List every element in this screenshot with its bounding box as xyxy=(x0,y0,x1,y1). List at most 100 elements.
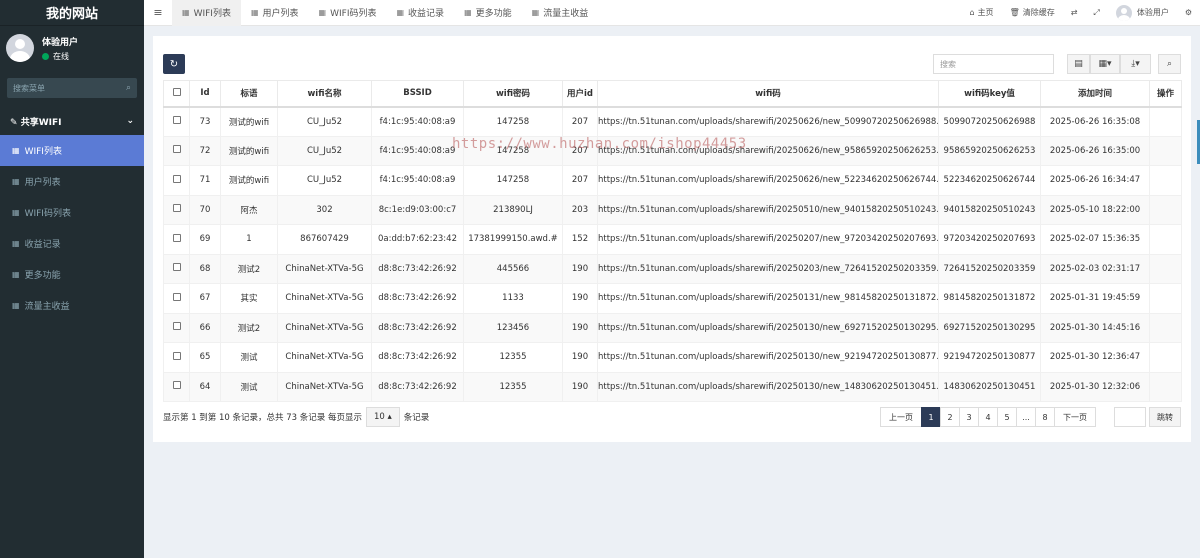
row-checkbox[interactable] xyxy=(163,283,190,314)
clear-cache-button[interactable]: 🗑 清除缓存 xyxy=(1002,7,1063,18)
col-wifi-password[interactable]: wifi密码 xyxy=(463,80,563,108)
row-checkbox[interactable] xyxy=(163,312,190,343)
col-bssid[interactable]: BSSID xyxy=(371,80,464,108)
col-actions: 操作 xyxy=(1149,80,1182,108)
cell-user-id: 190 xyxy=(562,312,598,343)
tab-label: WIFI列表 xyxy=(193,9,231,19)
cell-id: 65 xyxy=(189,342,221,373)
cell-created-time: 2025-06-26 16:35:08 xyxy=(1040,106,1150,137)
columns-button[interactable]: ▦▾ xyxy=(1090,54,1120,74)
table-row[interactable]: 73 测试的wifi CU_Ju52 f4:1c:95:40:08:a9 147258 2… xyxy=(163,106,1182,137)
col-wifi-name[interactable]: wifi名称 xyxy=(277,80,372,108)
sidebar-search-input[interactable] xyxy=(13,83,103,93)
jump-button[interactable]: 跳转 xyxy=(1149,407,1181,427)
search-icon[interactable]: ⌕ xyxy=(126,83,131,93)
col-created-time[interactable]: 添加时间 xyxy=(1040,80,1150,108)
user-menu[interactable]: 体验用户 xyxy=(1108,4,1177,21)
tab-income[interactable]: ▦ 收益记录 xyxy=(386,0,454,26)
trash-icon: 🗑 xyxy=(1009,8,1020,17)
table-row[interactable]: 70 阿杰 302 8c:1e:d9:03:00:c7 213890LJ 203 https… xyxy=(163,194,1182,225)
sidebar-item-more[interactable]: ▦ 更多功能 xyxy=(0,259,144,290)
tab-traffic-income[interactable]: ▦ 流量主收益 xyxy=(522,0,599,26)
table-row[interactable]: 68 测试2 ChinaNet-XTVa-5G d8:8c:73:42:26:92 44… xyxy=(163,253,1182,284)
content-panel: ↻ 搜索 ▤ ▦▾ ⤓▾ ⌕ Id 标语 wifi名称 BSSID wifi密码… xyxy=(153,36,1191,442)
cell-wifi-name: ChinaNet-XTVa-5G xyxy=(277,342,372,373)
table-row[interactable]: 66 测试2 ChinaNet-XTVa-5G d8:8c:73:42:26:92 12… xyxy=(163,312,1182,343)
menu-toggle-icon[interactable]: ≡ xyxy=(144,6,172,19)
jump-page-input[interactable] xyxy=(1114,407,1146,427)
cell-created-time: 2025-06-26 16:35:00 xyxy=(1040,135,1150,166)
sidebar-item-user-list[interactable]: ▦ 用户列表 xyxy=(0,166,144,197)
table-search-input[interactable]: 搜索 xyxy=(933,54,1054,74)
translate-icon[interactable]: ⇄ xyxy=(1063,8,1086,17)
advanced-search-button[interactable]: ⌕ xyxy=(1158,54,1181,74)
col-slogan[interactable]: 标语 xyxy=(220,80,278,108)
select-all-checkbox[interactable] xyxy=(163,80,190,108)
table-row[interactable]: 67 其实 ChinaNet-XTVa-5G d8:8c:73:42:26:92 113… xyxy=(163,283,1182,314)
cell-created-time: 2025-02-03 02:31:17 xyxy=(1040,253,1150,284)
page-button-8[interactable]: 8 xyxy=(1035,407,1055,427)
refresh-icon: ↻ xyxy=(169,58,179,70)
cell-wifi-code-key: 94015820250510243 xyxy=(938,194,1041,225)
row-checkbox[interactable] xyxy=(163,342,190,373)
cell-wifi-password: 147258 xyxy=(463,106,563,137)
page-size-select[interactable]: 10 ▴ xyxy=(365,407,400,427)
tab-wifi-code-list[interactable]: ▦ WIFI码列表 xyxy=(309,0,387,26)
prev-page-button[interactable]: 上一页 xyxy=(880,407,922,427)
sidebar-item-income[interactable]: ▦ 收益记录 xyxy=(0,228,144,259)
user-status-label: 在线 xyxy=(53,51,69,61)
cell-created-time: 2025-01-30 12:32:06 xyxy=(1040,371,1150,402)
tab-wifi-list[interactable]: ▦ WIFI列表 xyxy=(172,0,241,26)
cell-slogan: 1 xyxy=(220,224,278,255)
site-logo[interactable]: 我的网站 xyxy=(0,0,144,26)
sidebar-item-wifi-code-list[interactable]: ▦ WIFI码列表 xyxy=(0,197,144,228)
cell-bssid: d8:8c:73:42:26:92 xyxy=(371,283,464,314)
home-link[interactable]: ⌂ 主页 xyxy=(961,7,1001,18)
col-user-id[interactable]: 用户id xyxy=(562,80,598,108)
fullscreen-icon[interactable]: ⤢ xyxy=(1085,8,1107,18)
refresh-button[interactable]: ↻ xyxy=(163,54,185,74)
page-button-5[interactable]: 5 xyxy=(997,407,1017,427)
row-checkbox[interactable] xyxy=(163,224,190,255)
table-row[interactable]: 71 测试的wifi CU_Ju52 f4:1c:95:40:08:a9 147258 2… xyxy=(163,165,1182,196)
gears-icon[interactable]: ⚙ xyxy=(1177,8,1200,17)
sidebar-item-traffic-income[interactable]: ▦ 流量主收益 xyxy=(0,290,144,321)
sidebar-item-label: 用户列表 xyxy=(24,178,61,188)
sidebar-item-wifi-list[interactable]: ▦ WIFI列表 xyxy=(0,135,144,166)
page-button-4[interactable]: 4 xyxy=(978,407,998,427)
next-page-button[interactable]: 下一页 xyxy=(1054,407,1096,427)
col-wifi-code-key[interactable]: wifi码key值 xyxy=(938,80,1041,108)
caret-up-icon: ▴ xyxy=(387,412,392,422)
col-id[interactable]: Id xyxy=(189,80,221,108)
table-row[interactable]: 64 测试 ChinaNet-XTVa-5G d8:8c:73:42:26:92 123… xyxy=(163,371,1182,402)
cell-wifi-name: 302 xyxy=(277,194,372,225)
row-checkbox[interactable] xyxy=(163,106,190,137)
cell-slogan: 其实 xyxy=(220,283,278,314)
wand-icon: ✎ xyxy=(10,117,18,128)
col-wifi-code[interactable]: wifi码 xyxy=(597,80,939,108)
row-checkbox[interactable] xyxy=(163,194,190,225)
page-button-2[interactable]: 2 xyxy=(940,407,960,427)
sidebar-item-label: 收益记录 xyxy=(24,240,61,250)
cell-slogan: 测试2 xyxy=(220,253,278,284)
tab-more[interactable]: ▦ 更多功能 xyxy=(454,0,522,26)
table-row[interactable]: 65 测试 ChinaNet-XTVa-5G d8:8c:73:42:26:92 123… xyxy=(163,342,1182,373)
sidebar-group-sharewifi[interactable]: ✎ 共享WIFI ⌄ xyxy=(0,107,144,135)
cell-wifi-name: ChinaNet-XTVa-5G xyxy=(277,312,372,343)
row-checkbox[interactable] xyxy=(163,135,190,166)
page-button-3[interactable]: 3 xyxy=(959,407,979,427)
export-button[interactable]: ⤓▾ xyxy=(1120,54,1151,74)
tab-label: 更多功能 xyxy=(475,9,512,19)
table-row[interactable]: 69 1 867607429 0a:dd:b7:62:23:42 17381999150… xyxy=(163,224,1182,255)
user-panel: 体验用户 在线 xyxy=(0,26,144,70)
row-checkbox[interactable] xyxy=(163,371,190,402)
toggle-view-button[interactable]: ▤ xyxy=(1067,54,1090,74)
tab-user-list[interactable]: ▦ 用户列表 xyxy=(241,0,309,26)
cell-wifi-code-key: 95865920250626253 xyxy=(938,135,1041,166)
page-button-1[interactable]: 1 xyxy=(921,407,941,427)
row-checkbox[interactable] xyxy=(163,253,190,284)
search-icon: ⌕ xyxy=(1166,59,1173,69)
table-icon: ▦ xyxy=(464,8,472,17)
row-checkbox[interactable] xyxy=(163,165,190,196)
user-menu-label: 体验用户 xyxy=(1136,8,1169,17)
